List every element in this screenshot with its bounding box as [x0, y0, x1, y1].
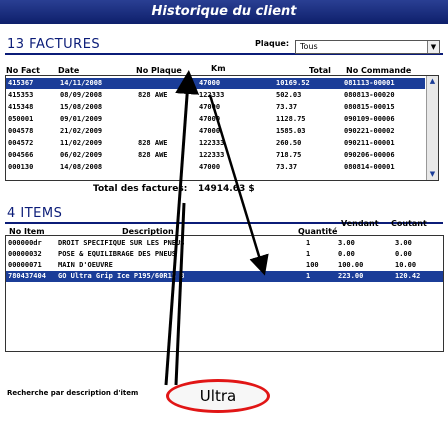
arrow-to-item	[208, 94, 269, 276]
annotation-arrows	[164, 70, 269, 386]
